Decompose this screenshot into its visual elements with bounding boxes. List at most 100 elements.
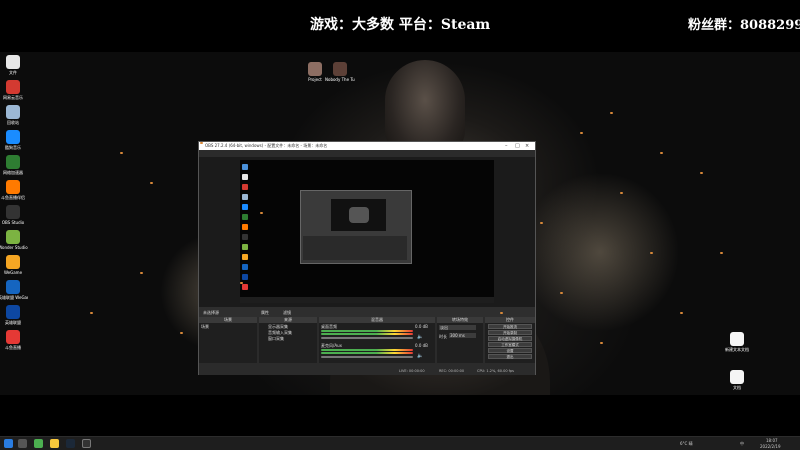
filters-button[interactable]: 滤镜 xyxy=(283,310,291,316)
desktop-shortcut-label: 斗鱼直播 xyxy=(5,345,21,350)
duration-input[interactable]: 300 ms xyxy=(449,333,476,338)
accelerator-icon xyxy=(6,155,20,169)
nested-docks xyxy=(303,236,407,260)
desktop-shortcut[interactable]: 网络加速器 xyxy=(0,155,28,175)
preview-canvas[interactable] xyxy=(240,160,494,303)
desktop-shortcut[interactable]: 文件 xyxy=(0,55,28,75)
wallpaper-spark xyxy=(680,312,683,314)
properties-button[interactable]: 属性 xyxy=(261,310,269,316)
scene-item[interactable]: 场景 xyxy=(201,324,209,330)
rec-timer: REC: 00:00:00 xyxy=(439,369,465,373)
desktop-shortcut[interactable]: 网易云音乐 xyxy=(0,80,28,100)
stream-banner: 游戏：大多数 平台：Steam 粉丝群：808829936 xyxy=(0,0,800,52)
desktop-shortcut[interactable]: 新建文本文档 xyxy=(722,332,752,352)
mixer-track-level: 0.0 dB xyxy=(415,324,428,329)
obs-icon xyxy=(6,205,20,219)
nested-figure xyxy=(349,207,369,223)
file-explorer-icon[interactable] xyxy=(50,439,59,448)
control-button[interactable]: 工作室模式 xyxy=(488,342,532,347)
minimize-icon[interactable]: – xyxy=(505,143,508,149)
desktop-shortcut[interactable]: WeGame xyxy=(0,255,28,275)
transitions-panel: 淡出 时长 300 ms xyxy=(437,323,483,363)
obs-taskbar-icon[interactable] xyxy=(82,439,91,448)
search-icon[interactable] xyxy=(18,439,27,448)
desktop-shortcut-label: 英雄联盟 xyxy=(5,320,21,325)
nested-obs-window xyxy=(300,190,412,264)
wallpaper-spark xyxy=(650,252,653,254)
desktop-shortcut-label: 网易云音乐 xyxy=(3,95,23,100)
control-button[interactable]: 设置 xyxy=(488,348,532,353)
weather-widget[interactable]: 6°C 晴 xyxy=(680,441,693,447)
wallpaper-spark xyxy=(140,272,143,274)
wallpaper-spark xyxy=(580,132,583,134)
obs-docks: 场景 场景 来源 显示器采集 音频输入采集 窗口采集 混音器 桌面音频 0.0 … xyxy=(199,317,535,369)
source-item[interactable]: 窗口采集 xyxy=(268,336,284,342)
obs-title-bar[interactable]: OBS 27.2.4 (64-bit, windows) - 配置文件：未命名 … xyxy=(199,142,535,150)
desktop-shortcut[interactable]: Wonder Studio xyxy=(0,230,28,250)
clock-time[interactable]: 18:07 xyxy=(766,438,778,443)
desktop-shortcut[interactable]: 斗鱼直播 xyxy=(0,330,28,350)
clock-date[interactable]: 2022/2/19 xyxy=(760,444,781,449)
preview-desktop-icon xyxy=(242,284,248,290)
doc-icon xyxy=(730,370,744,384)
nested-preview xyxy=(331,199,386,231)
scenes-list[interactable]: 场景 xyxy=(199,323,257,363)
file-icon xyxy=(6,55,20,69)
desktop-shortcut[interactable]: 酷狗音乐 xyxy=(0,130,28,150)
obs-window[interactable]: OBS 27.2.4 (64-bit, windows) - 配置文件：未命名 … xyxy=(198,141,536,375)
control-button[interactable]: 退出 xyxy=(488,354,532,359)
desktop-shortcut[interactable]: 英雄联盟 xyxy=(0,305,28,325)
duration-label: 时长 xyxy=(439,334,447,339)
wallpaper-spark xyxy=(240,282,243,284)
input-language[interactable]: 中 xyxy=(740,441,744,447)
obs-status-bar: LIVE: 00:00:00 REC: 00:00:00 CPU: 1.2%, … xyxy=(199,369,535,375)
sources-list[interactable]: 显示器采集 音频输入采集 窗口采集 xyxy=(259,323,317,363)
control-button[interactable]: 开始录制 xyxy=(488,330,532,335)
obs-preview-area xyxy=(199,157,535,307)
start-menu-icon[interactable] xyxy=(4,439,13,448)
music-icon xyxy=(6,80,20,94)
volume-slider[interactable] xyxy=(321,337,413,339)
preview-desktop-icon xyxy=(242,214,248,220)
control-button[interactable]: 开始推流 xyxy=(488,324,532,329)
steam-icon[interactable] xyxy=(66,439,75,448)
volume-meter xyxy=(321,330,413,332)
desktop-shortcut[interactable]: 英雄联盟 WeGame版 xyxy=(0,280,28,300)
recycle-bin-icon xyxy=(6,105,20,119)
wallpaper-spark xyxy=(560,292,563,294)
desktop-shortcut[interactable]: Nobody The Turna... xyxy=(325,62,355,82)
wallpaper-dust xyxy=(520,172,680,332)
maximize-icon[interactable]: □ xyxy=(515,143,520,149)
speaker-icon[interactable]: 🔈 xyxy=(417,353,423,359)
browser-icon[interactable] xyxy=(34,439,43,448)
wallpaper-spark xyxy=(150,182,153,184)
desktop-shortcut[interactable]: 文档 xyxy=(722,370,752,390)
desktop-shortcut[interactable]: OBS Studio xyxy=(0,205,28,225)
desktop-shortcut[interactable]: 回收站 xyxy=(0,105,28,125)
speaker-icon[interactable]: 🔈 xyxy=(417,334,423,340)
live-timer: LIVE: 00:00:00 xyxy=(399,369,425,373)
transition-select[interactable]: 淡出 xyxy=(439,325,476,330)
wallpaper-spark xyxy=(720,252,723,254)
preview-desktop-icon xyxy=(242,164,248,170)
wallpaper-spark xyxy=(500,312,503,314)
desktop: OBS 27.2.4 (64-bit, windows) - 配置文件：未命名 … xyxy=(0,52,800,395)
desktop-shortcut[interactable]: 斗鱼直播伴侣 xyxy=(0,180,28,200)
volume-slider[interactable] xyxy=(321,356,413,358)
kugou-icon xyxy=(6,130,20,144)
preview-desktop-icon xyxy=(242,174,248,180)
desktop-shortcut-label: 网络加速器 xyxy=(3,170,23,175)
controls-panel: 开始推流 开始录制 启动虚拟摄像机 工作室模式 设置 退出 xyxy=(485,323,535,363)
wallpaper-spark xyxy=(200,142,203,144)
control-button[interactable]: 启动虚拟摄像机 xyxy=(488,336,532,341)
preview-desktop-icon xyxy=(242,194,248,200)
close-icon[interactable]: × xyxy=(525,143,529,149)
no-source-selected-label: 未选择源 xyxy=(203,310,219,315)
preview-desktop-icon xyxy=(242,264,248,270)
wonder-icon xyxy=(6,230,20,244)
lol-icon xyxy=(6,280,20,294)
desktop-shortcut-label: WeGame xyxy=(3,270,23,275)
preview-desktop-icon xyxy=(242,204,248,210)
wallpaper-spark xyxy=(120,152,123,154)
preview-desktop-icon xyxy=(242,244,248,250)
